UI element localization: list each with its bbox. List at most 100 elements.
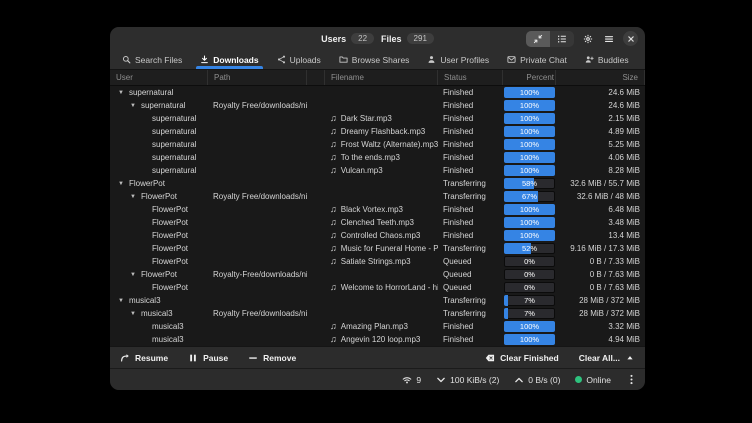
clear-all-button[interactable]: Clear All...	[579, 353, 635, 363]
table-row[interactable]: ▼musical3Royalty Free/downloads/nicotiTr…	[110, 307, 645, 320]
user-label: supernatural	[152, 166, 196, 175]
progress-bar: 100%	[504, 100, 555, 111]
tab-user-profiles[interactable]: User Profiles	[418, 50, 498, 69]
path-cell: Royalty Free/downloads/nicoti	[208, 99, 307, 112]
table-row[interactable]: supernatural♫To the ends.mp3Finished100%…	[110, 151, 645, 164]
user-cell: FlowerPot	[110, 281, 208, 294]
size-cell: 28 MiB / 372 MiB	[556, 294, 645, 307]
progress-bar: 58%	[504, 178, 555, 189]
close-button[interactable]	[623, 31, 638, 46]
user-label: musical3	[129, 296, 161, 305]
table-row[interactable]: FlowerPot♫Welcome to HorrorLand - hi.mp3…	[110, 281, 645, 294]
percent-label: 100%	[504, 217, 555, 228]
statusbar-menu-button[interactable]	[626, 374, 637, 385]
column-header-pct[interactable]: Percent	[503, 70, 556, 85]
status-cell: Transferring	[438, 307, 503, 320]
user-cell: FlowerPot	[110, 255, 208, 268]
main-menu-button[interactable]	[602, 32, 616, 46]
list-view-button[interactable]	[550, 31, 574, 47]
table-row[interactable]: FlowerPot♫Clenched Teeth.mp3Finished100%…	[110, 216, 645, 229]
progress-bar: 0%	[504, 256, 555, 267]
expander-icon[interactable]: ▼	[118, 298, 124, 304]
music-note-icon: ♫	[330, 218, 337, 227]
expander-icon[interactable]: ▼	[130, 311, 136, 317]
expander-icon[interactable]: ▼	[118, 181, 124, 187]
expander-icon[interactable]: ▼	[118, 90, 124, 96]
filename-cell: ♫Frost Waltz (Alternate).mp3	[325, 138, 438, 151]
online-status[interactable]: Online	[575, 375, 611, 385]
tab-downloads[interactable]: Downloads	[191, 50, 267, 69]
percent-cell: 67%	[503, 190, 556, 203]
stat-label: Files	[381, 34, 402, 44]
column-header-spacer[interactable]	[307, 70, 325, 85]
expander-icon[interactable]: ▼	[130, 272, 136, 278]
download-speed-status[interactable]: 100 KiB/s (2)	[436, 375, 499, 385]
clear-finished-button[interactable]: Clear Finished	[485, 353, 559, 363]
table-row[interactable]: supernatural♫Dreamy Flashback.mp3Finishe…	[110, 125, 645, 138]
table-row[interactable]: supernatural♫Dark Star.mp3Finished100%2.…	[110, 112, 645, 125]
table-row[interactable]: musical3♫Amazing Plan.mp3Finished100%3.3…	[110, 320, 645, 333]
tab-chat-rooms[interactable]: Chat Rooms	[638, 50, 645, 69]
table-row[interactable]: supernatural♫Vulcan.mp3Finished100%8.28 …	[110, 164, 645, 177]
spacer-cell	[307, 112, 325, 125]
spacer-cell	[307, 177, 325, 190]
progress-bar: 100%	[504, 126, 555, 137]
tab-buddies[interactable]: Buddies	[576, 50, 638, 69]
filename-cell: ♫Music for Funeral Home - Part 1	[325, 242, 438, 255]
path-cell	[208, 112, 307, 125]
filename-cell	[325, 190, 438, 203]
table-row[interactable]: ▼FlowerPotRoyalty Free/downloads/nicotiT…	[110, 190, 645, 203]
filename-label: Welcome to HorrorLand - hi.mp3	[341, 283, 438, 292]
table-row[interactable]: ▼musical3Transferring7%28 MiB / 372 MiB	[110, 294, 645, 307]
column-header-path[interactable]: Path	[208, 70, 307, 85]
column-header-status[interactable]: Status	[438, 70, 503, 85]
downloads-table: UserPathFilenameStatusPercentSize ▼super…	[110, 70, 645, 346]
tab-search-files[interactable]: Search Files	[113, 50, 191, 69]
expander-icon[interactable]: ▼	[130, 194, 136, 200]
table-row[interactable]: supernatural♫Frost Waltz (Alternate).mp3…	[110, 138, 645, 151]
table-row[interactable]: FlowerPot♫Controlled Chaos.mp3Finished10…	[110, 229, 645, 242]
filename-label: Clenched Teeth.mp3	[341, 218, 414, 227]
spacer-cell	[307, 268, 325, 281]
spacer-cell	[307, 242, 325, 255]
preferences-button[interactable]	[581, 32, 595, 46]
app-window: Users22Files291 Search FilesDownloadsUpl…	[110, 27, 645, 390]
percent-label: 58%	[504, 178, 555, 189]
percent-label: 100%	[504, 126, 555, 137]
resume-button[interactable]: Resume	[120, 353, 168, 363]
table-row[interactable]: FlowerPot♫Satiate Strings.mp3Queued0%0 B…	[110, 255, 645, 268]
main-tab-bar: Search FilesDownloadsUploadsBrowse Share…	[110, 50, 645, 70]
upload-speed-status[interactable]: 0 B/s (0)	[514, 375, 560, 385]
resume-icon	[120, 353, 130, 363]
user-cell: musical3	[110, 320, 208, 333]
status-item-label: 0 B/s (0)	[528, 375, 560, 385]
header-stats: Users22Files291	[321, 33, 434, 44]
pause-button[interactable]: Pause	[188, 353, 228, 363]
filename-label: Satiate Strings.mp3	[341, 257, 411, 266]
table-row[interactable]: ▼supernaturalRoyalty Free/downloads/nico…	[110, 99, 645, 112]
compact-view-button[interactable]	[526, 31, 550, 47]
table-row[interactable]: FlowerPot♫Black Vortex.mp3Finished100%6.…	[110, 203, 645, 216]
table-row[interactable]: musical3♫Angevin 120 loop.mp3Finished100…	[110, 333, 645, 346]
music-note-icon: ♫	[330, 127, 337, 136]
column-header-file[interactable]: Filename	[325, 70, 438, 85]
table-row[interactable]: FlowerPot♫Music for Funeral Home - Part …	[110, 242, 645, 255]
percent-cell: 100%	[503, 99, 556, 112]
expander-icon[interactable]: ▼	[130, 103, 136, 109]
table-row[interactable]: ▼FlowerPotRoyalty-Free/downloads/nicotiQ…	[110, 268, 645, 281]
tab-uploads[interactable]: Uploads	[268, 50, 330, 69]
connections-status[interactable]: 9	[402, 375, 421, 385]
table-row[interactable]: ▼FlowerPotTransferring58%32.6 MiB / 55.7…	[110, 177, 645, 190]
user-label: FlowerPot	[152, 218, 188, 227]
table-row[interactable]: ▼supernaturalFinished100%24.6 MiB	[110, 86, 645, 99]
tab-private-chat[interactable]: Private Chat	[498, 50, 576, 69]
column-header-user[interactable]: User	[110, 70, 208, 85]
percent-cell: 52%	[503, 242, 556, 255]
remove-button[interactable]: Remove	[248, 353, 296, 363]
filename-cell: ♫Amazing Plan.mp3	[325, 320, 438, 333]
progress-bar: 0%	[504, 269, 555, 280]
tab-browse-shares[interactable]: Browse Shares	[330, 50, 419, 69]
user-label: musical3	[152, 322, 184, 331]
column-header-size[interactable]: Size	[556, 70, 645, 85]
size-cell: 32.6 MiB / 55.7 MiB	[556, 177, 645, 190]
